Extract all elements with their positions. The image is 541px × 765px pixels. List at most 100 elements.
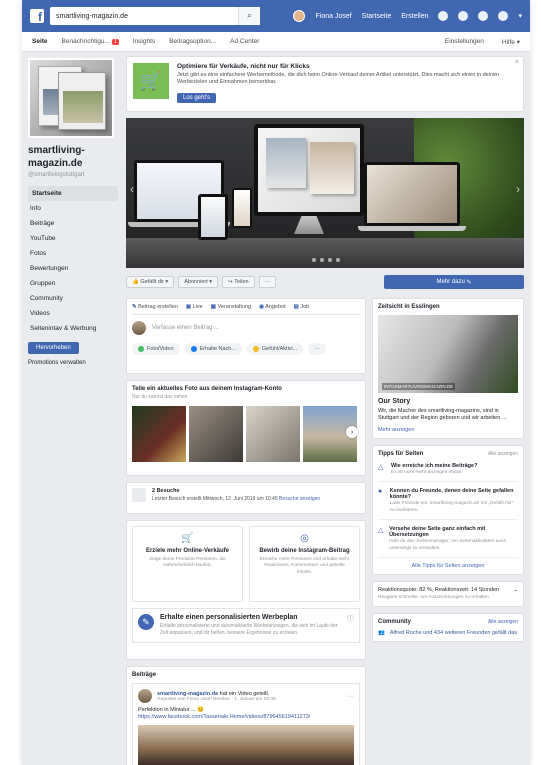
cover-dot[interactable] bbox=[320, 258, 324, 262]
community-card: Community Alle anzeigen 👥 Alfred Roche und… bbox=[372, 613, 524, 643]
tab-page[interactable]: Seite bbox=[32, 38, 48, 45]
messenger-icon[interactable] bbox=[458, 11, 469, 21]
notification-badge: 1 bbox=[111, 39, 119, 45]
facebook-logo[interactable]: f bbox=[30, 9, 44, 23]
messages-label: Erhalte Nach... bbox=[199, 346, 236, 352]
tab-insights[interactable]: Insights bbox=[133, 38, 155, 45]
page-name[interactable]: smartliving-magazin.de bbox=[28, 144, 118, 170]
sidebar-item-groups[interactable]: Gruppen bbox=[28, 276, 118, 291]
settings-link[interactable]: Einstellungen bbox=[445, 38, 484, 46]
post-video-thumbnail[interactable] bbox=[138, 725, 354, 765]
user-avatar[interactable] bbox=[293, 10, 306, 22]
tab-create-post[interactable]: ✎ Beitrag erstellen bbox=[132, 304, 178, 310]
tip-item[interactable]: ● Kennen du Freunde, denen deine Seite g… bbox=[378, 488, 518, 521]
friends-icon[interactable] bbox=[438, 11, 449, 21]
ad-plan[interactable]: ✎ Erhalte einen personalisierten Werbepl… bbox=[132, 608, 360, 643]
user-name[interactable]: Fiona Josef bbox=[315, 13, 351, 20]
promote-button[interactable]: Hervorheben bbox=[28, 342, 79, 354]
profile-picture[interactable] bbox=[28, 58, 114, 138]
visits-title: 2 Besuche bbox=[152, 488, 180, 494]
post-author[interactable]: smartliving-magazin.de bbox=[157, 691, 218, 697]
info-icon[interactable]: ⓘ bbox=[347, 614, 354, 637]
sidebar-item-info[interactable]: Info bbox=[28, 201, 118, 216]
instagram-icon: ◎ bbox=[300, 533, 309, 544]
sidebar-item-posts[interactable]: Beiträge bbox=[28, 216, 118, 231]
subscribe-button[interactable]: Abonniert ▾ bbox=[178, 276, 219, 288]
sidebar-item-home[interactable]: Startseite bbox=[28, 186, 118, 201]
post-date[interactable]: Gepostet von Fiona Josef Bernber · 1. Ja… bbox=[157, 697, 276, 702]
tab-job[interactable]: ▤ Job bbox=[294, 304, 310, 310]
lets-go-button[interactable]: Los geht's bbox=[177, 93, 217, 104]
messenger-icon bbox=[190, 346, 197, 352]
tip-text: Lade Freunde ein, smartliving-magazin.de… bbox=[389, 501, 514, 513]
community-text[interactable]: Alfred Roche und 434 weiteren Freunden g… bbox=[390, 630, 517, 636]
tab-ad-center[interactable]: Ad Center bbox=[230, 38, 259, 45]
tip-text: Hole dir den Seitenmanager, um Seitenakt… bbox=[389, 539, 507, 551]
learn-more-label: Mehr dazu bbox=[436, 279, 465, 285]
story-more-link[interactable]: Mehr anzeigen bbox=[378, 427, 518, 433]
notifications-icon[interactable] bbox=[478, 11, 489, 21]
sidebar-item-youtube[interactable]: YouTube bbox=[28, 231, 118, 246]
chevron-down-icon[interactable]: ⌄ bbox=[513, 587, 518, 601]
instagram-photo[interactable] bbox=[189, 406, 243, 462]
cover-dot[interactable] bbox=[336, 258, 340, 262]
messages-chip[interactable]: Erhalte Nach... bbox=[184, 343, 242, 355]
sidebar-item-videos[interactable]: Videos bbox=[28, 306, 118, 321]
share-button[interactable]: ↪ Teilen bbox=[222, 276, 255, 288]
search-input[interactable]: smartliving-magazin.de ⌕ bbox=[50, 7, 260, 25]
composer-input[interactable]: Verfasse einen Beitrag ... bbox=[152, 325, 219, 331]
sidebar-item-photos[interactable]: Fotos bbox=[28, 246, 118, 261]
post-meta: smartliving-magazin.de hat ein Video get… bbox=[157, 691, 276, 697]
community-show-all[interactable]: Alle anzeigen bbox=[488, 619, 518, 625]
learn-more-button[interactable]: Mehr dazu ✎ bbox=[384, 275, 524, 289]
tab-live[interactable]: ▣ Live bbox=[186, 304, 203, 310]
all-tips-link[interactable]: Alle Tipps für Seiten anzeigen bbox=[378, 563, 518, 569]
post-link[interactable]: https://www.facebook.com/Tassenale.Home/… bbox=[138, 714, 310, 720]
photo-video-chip[interactable]: Foto/Video bbox=[132, 343, 180, 355]
community-row: 👥 Alfred Roche und 434 weiteren Freunden … bbox=[378, 630, 518, 636]
page-handle[interactable]: @smartlivingstuttgart bbox=[28, 172, 118, 178]
left-sidebar: smartliving-magazin.de @smartlivingstutt… bbox=[28, 58, 118, 366]
tab-offer[interactable]: ◉ Angebot bbox=[259, 304, 286, 310]
post-options-icon[interactable]: ··· bbox=[347, 693, 354, 700]
chevron-down-icon[interactable]: ▾ bbox=[518, 12, 522, 20]
tab-notifications[interactable]: Benachrichtigu... 1 bbox=[62, 38, 119, 45]
more-chip[interactable]: ··· bbox=[308, 343, 326, 355]
search-icon[interactable]: ⌕ bbox=[238, 7, 260, 25]
cover-dot[interactable] bbox=[328, 258, 332, 262]
sidebar-item-reviews[interactable]: Bewertungen bbox=[28, 261, 118, 276]
tips-title: Tipps für Seiten bbox=[378, 450, 424, 457]
tips-show-all[interactable]: Alle anzeigen bbox=[488, 451, 518, 457]
chevron-right-icon[interactable]: › bbox=[516, 182, 520, 196]
help-link[interactable]: Hilfe ▾ bbox=[502, 38, 520, 46]
like-button[interactable]: 👍 Gefällt dir ▾ bbox=[126, 276, 175, 288]
chevron-right-icon[interactable]: › bbox=[346, 426, 358, 438]
tab-event[interactable]: ▦ Veranstaltung bbox=[211, 304, 251, 310]
instagram-photo[interactable] bbox=[246, 406, 300, 462]
instagram-photo[interactable] bbox=[132, 406, 186, 462]
create-link[interactable]: Erstellen bbox=[401, 13, 428, 20]
promo-online-sales[interactable]: 🛒 Erziele mehr Online-Verkäufe Zeige dei… bbox=[132, 526, 243, 602]
promo-instagram[interactable]: ◎ Bewirb deine Instagram-Beitrag Erreich… bbox=[249, 526, 360, 602]
composer-avatar bbox=[132, 321, 146, 335]
tip-item[interactable]: △ Wie erreiche ich meine Beiträge? Es ist… bbox=[378, 463, 518, 483]
help-icon[interactable] bbox=[498, 11, 509, 21]
manage-promotions-link[interactable]: Promotions verwalten bbox=[28, 360, 118, 366]
feeling-chip[interactable]: Gefühl/Aktivi... bbox=[246, 343, 304, 355]
tip-item[interactable]: △ Versehe deine Seite ganz einfach mit Ü… bbox=[378, 526, 518, 559]
story-image-caption: INTOSMARTLIVINGMAGAZIN.DE bbox=[382, 383, 456, 390]
sidebar-item-ads[interactable]: Seitenintav & Werbung bbox=[28, 321, 118, 336]
tab-post-options[interactable]: Beitragsoption... bbox=[169, 38, 216, 45]
story-image[interactable]: INTOSMARTLIVINGMAGAZIN.DE bbox=[378, 315, 518, 393]
post: smartliving-magazin.de hat ein Video get… bbox=[132, 683, 360, 765]
post-avatar[interactable] bbox=[138, 689, 152, 703]
more-options-button[interactable]: ··· bbox=[258, 276, 277, 288]
cover-photo[interactable]: ‹ › bbox=[126, 118, 524, 268]
home-link[interactable]: Startseite bbox=[362, 13, 392, 20]
close-icon[interactable]: × bbox=[515, 59, 519, 66]
visits-link[interactable]: Besuche anzeigen bbox=[279, 496, 320, 502]
tips-header: Tipps für Seiten Alle anzeigen bbox=[378, 451, 518, 457]
cover-dot[interactable] bbox=[312, 258, 316, 262]
chevron-left-icon[interactable]: ‹ bbox=[130, 182, 134, 196]
sidebar-item-community[interactable]: Community bbox=[28, 291, 118, 306]
